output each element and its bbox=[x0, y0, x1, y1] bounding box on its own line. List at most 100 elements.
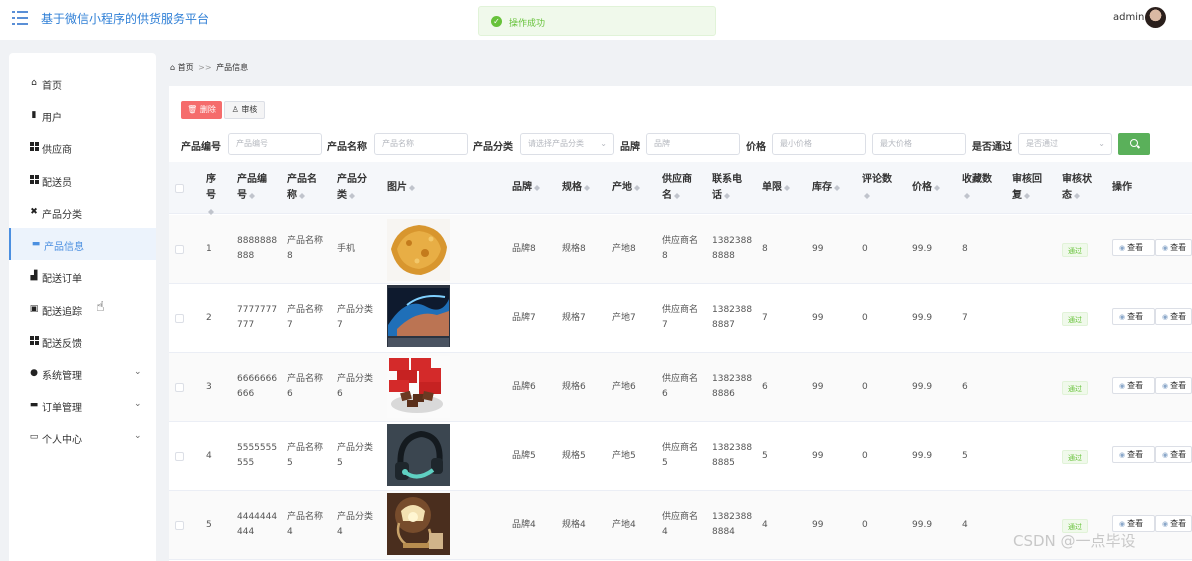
sort-icon[interactable] bbox=[534, 182, 540, 192]
sidebar-item-suppliers[interactable]: 供应商 bbox=[9, 131, 156, 163]
search-button[interactable] bbox=[1118, 133, 1150, 155]
breadcrumb: ⌂ 首页 >> 产品信息 bbox=[170, 62, 248, 73]
monitor-icon: ▬ bbox=[29, 400, 39, 410]
view-button[interactable]: ◉ 查看 bbox=[1155, 239, 1192, 256]
view-button[interactable]: ◉ 查看 bbox=[1155, 308, 1192, 325]
check-icon: ✓ bbox=[491, 16, 502, 27]
sidebar-item-delivery-feedback[interactable]: 配送反馈 bbox=[9, 325, 156, 357]
product-image-chocolate[interactable] bbox=[387, 356, 450, 418]
col-code[interactable]: 产品编号 bbox=[237, 172, 269, 204]
filter-category-select[interactable]: 请选择产品分类 ⌄ bbox=[520, 133, 614, 155]
col-name[interactable]: 产品名称 bbox=[287, 172, 319, 204]
breadcrumb-home[interactable]: 首页 bbox=[178, 63, 194, 72]
sidebar-item-couriers[interactable]: 配送员 bbox=[9, 164, 156, 196]
sort-icon[interactable] bbox=[634, 182, 640, 192]
sidebar-item-profile[interactable]: ▭ 个人中心 ⌄ bbox=[9, 421, 156, 453]
eye-icon: ◉ bbox=[1162, 382, 1169, 390]
sidebar-item-label: 个人中心 bbox=[42, 435, 82, 446]
row-checkbox[interactable] bbox=[175, 452, 184, 461]
view-button[interactable]: ◉ 查看 bbox=[1112, 308, 1155, 325]
view-button[interactable]: ◉ 查看 bbox=[1155, 377, 1192, 394]
sort-icon[interactable] bbox=[784, 182, 790, 192]
col-supplier[interactable]: 供应商名 bbox=[662, 172, 694, 204]
pin-icon: ● bbox=[30, 368, 38, 378]
cell-name: 产品名称 5 bbox=[287, 441, 323, 471]
sidebar-item-label: 供应商 bbox=[42, 145, 72, 156]
cell-supplier: 供应商名 4 bbox=[662, 510, 698, 540]
view-button[interactable]: ◉ 查看 bbox=[1112, 239, 1155, 256]
cell-limit: 5 bbox=[762, 451, 768, 461]
sidebar-item-delivery-orders[interactable]: ▟ 配送订单 bbox=[9, 260, 156, 292]
delete-button[interactable]: 🗑 删除 bbox=[181, 101, 222, 119]
view-button[interactable]: ◉ 查看 bbox=[1155, 515, 1192, 532]
sidebar-item-users[interactable]: ▮ 用户 bbox=[9, 99, 156, 131]
col-limit[interactable]: 单限 bbox=[762, 180, 790, 196]
sidebar-item-product-category[interactable]: ✖ 产品分类 bbox=[9, 196, 156, 228]
sidebar-item-orders[interactable]: ▬ 订单管理 ⌄ bbox=[9, 389, 156, 421]
col-reviews[interactable]: 评论数 bbox=[862, 172, 896, 204]
sidebar-item-delivery-tracking[interactable]: ▣ 配送追踪 bbox=[9, 293, 156, 325]
col-stock[interactable]: 库存 bbox=[812, 180, 840, 196]
sort-icon[interactable] bbox=[1074, 190, 1080, 200]
sort-icon[interactable] bbox=[964, 190, 970, 200]
cell-supplier-line: 供应商名 bbox=[662, 305, 699, 315]
view-button[interactable]: ◉ 查看 bbox=[1155, 446, 1192, 463]
product-image-fried-food[interactable] bbox=[387, 219, 450, 281]
sort-icon[interactable] bbox=[1024, 190, 1030, 200]
cell-origin: 产地7 bbox=[612, 313, 636, 323]
sort-icon[interactable] bbox=[299, 190, 305, 200]
product-image-lamp[interactable] bbox=[387, 493, 450, 555]
filter-name-input[interactable]: 产品名称 bbox=[374, 133, 468, 155]
sort-icon[interactable] bbox=[934, 182, 940, 192]
col-image[interactable]: 图片 bbox=[387, 180, 415, 196]
col-favorites[interactable]: 收藏数 bbox=[962, 172, 996, 204]
sort-icon[interactable] bbox=[864, 190, 870, 200]
row-checkbox[interactable] bbox=[175, 521, 184, 530]
filter-code-input[interactable]: 产品编号 bbox=[228, 133, 322, 155]
col-reply[interactable]: 审核回复 bbox=[1012, 172, 1044, 204]
sort-icon[interactable] bbox=[349, 190, 355, 200]
row-checkbox[interactable] bbox=[175, 314, 184, 323]
cell-price: 99.9 bbox=[912, 244, 933, 254]
product-image-tv[interactable] bbox=[387, 285, 450, 347]
col-origin-label: 产地 bbox=[612, 182, 632, 193]
cell-limit: 8 bbox=[762, 244, 768, 254]
col-price[interactable]: 价格 bbox=[912, 180, 940, 196]
filter-price-min-input[interactable]: 最小价格 bbox=[772, 133, 866, 155]
sort-icon[interactable] bbox=[724, 190, 730, 200]
view-button[interactable]: ◉ 查看 bbox=[1112, 377, 1155, 394]
sidebar-item-home[interactable]: ⌂ 首页 bbox=[9, 67, 156, 99]
col-index-label: 序号 bbox=[206, 174, 216, 201]
col-category[interactable]: 产品分类 bbox=[337, 172, 369, 204]
sort-icon[interactable] bbox=[249, 190, 255, 200]
row-checkbox[interactable] bbox=[175, 245, 184, 254]
filter-brand-input[interactable]: 品牌 bbox=[646, 133, 740, 155]
audit-button[interactable]: ♙ 审核 bbox=[224, 101, 265, 119]
sidebar-item-product-info[interactable]: ▬ 产品信息 bbox=[9, 228, 156, 260]
sidebar-item-label: 配送追踪 bbox=[42, 307, 82, 318]
view-button[interactable]: ◉ 查看 bbox=[1112, 446, 1155, 463]
col-status[interactable]: 审核状态 bbox=[1062, 172, 1094, 204]
col-brand[interactable]: 品牌 bbox=[512, 180, 540, 196]
sidebar-item-system[interactable]: ● 系统管理 ⌄ bbox=[9, 357, 156, 389]
menu-toggle-icon[interactable] bbox=[12, 11, 28, 25]
user-name[interactable]: admin bbox=[1113, 12, 1144, 23]
select-all-checkbox[interactable] bbox=[175, 184, 184, 193]
row-checkbox[interactable] bbox=[175, 383, 184, 392]
cell-name: 产品名称 4 bbox=[287, 510, 323, 540]
cell-category: 产品分类 6 bbox=[337, 372, 373, 402]
col-index[interactable]: 序号 bbox=[206, 172, 220, 220]
col-favorites-label: 收藏数 bbox=[962, 174, 992, 185]
sort-icon[interactable] bbox=[409, 182, 415, 192]
cell-category: 产品分类 5 bbox=[337, 441, 373, 471]
col-spec[interactable]: 规格 bbox=[562, 180, 590, 196]
sort-icon[interactable] bbox=[834, 182, 840, 192]
sort-icon[interactable] bbox=[674, 190, 680, 200]
product-image-headphones[interactable] bbox=[387, 424, 450, 486]
col-phone[interactable]: 联系电话 bbox=[712, 172, 744, 204]
filter-price-max-input[interactable]: 最大价格 bbox=[872, 133, 966, 155]
sort-icon[interactable] bbox=[584, 182, 590, 192]
col-origin[interactable]: 产地 bbox=[612, 180, 640, 196]
avatar[interactable] bbox=[1145, 7, 1166, 28]
filter-approved-select[interactable]: 是否通过 ⌄ bbox=[1018, 133, 1112, 155]
